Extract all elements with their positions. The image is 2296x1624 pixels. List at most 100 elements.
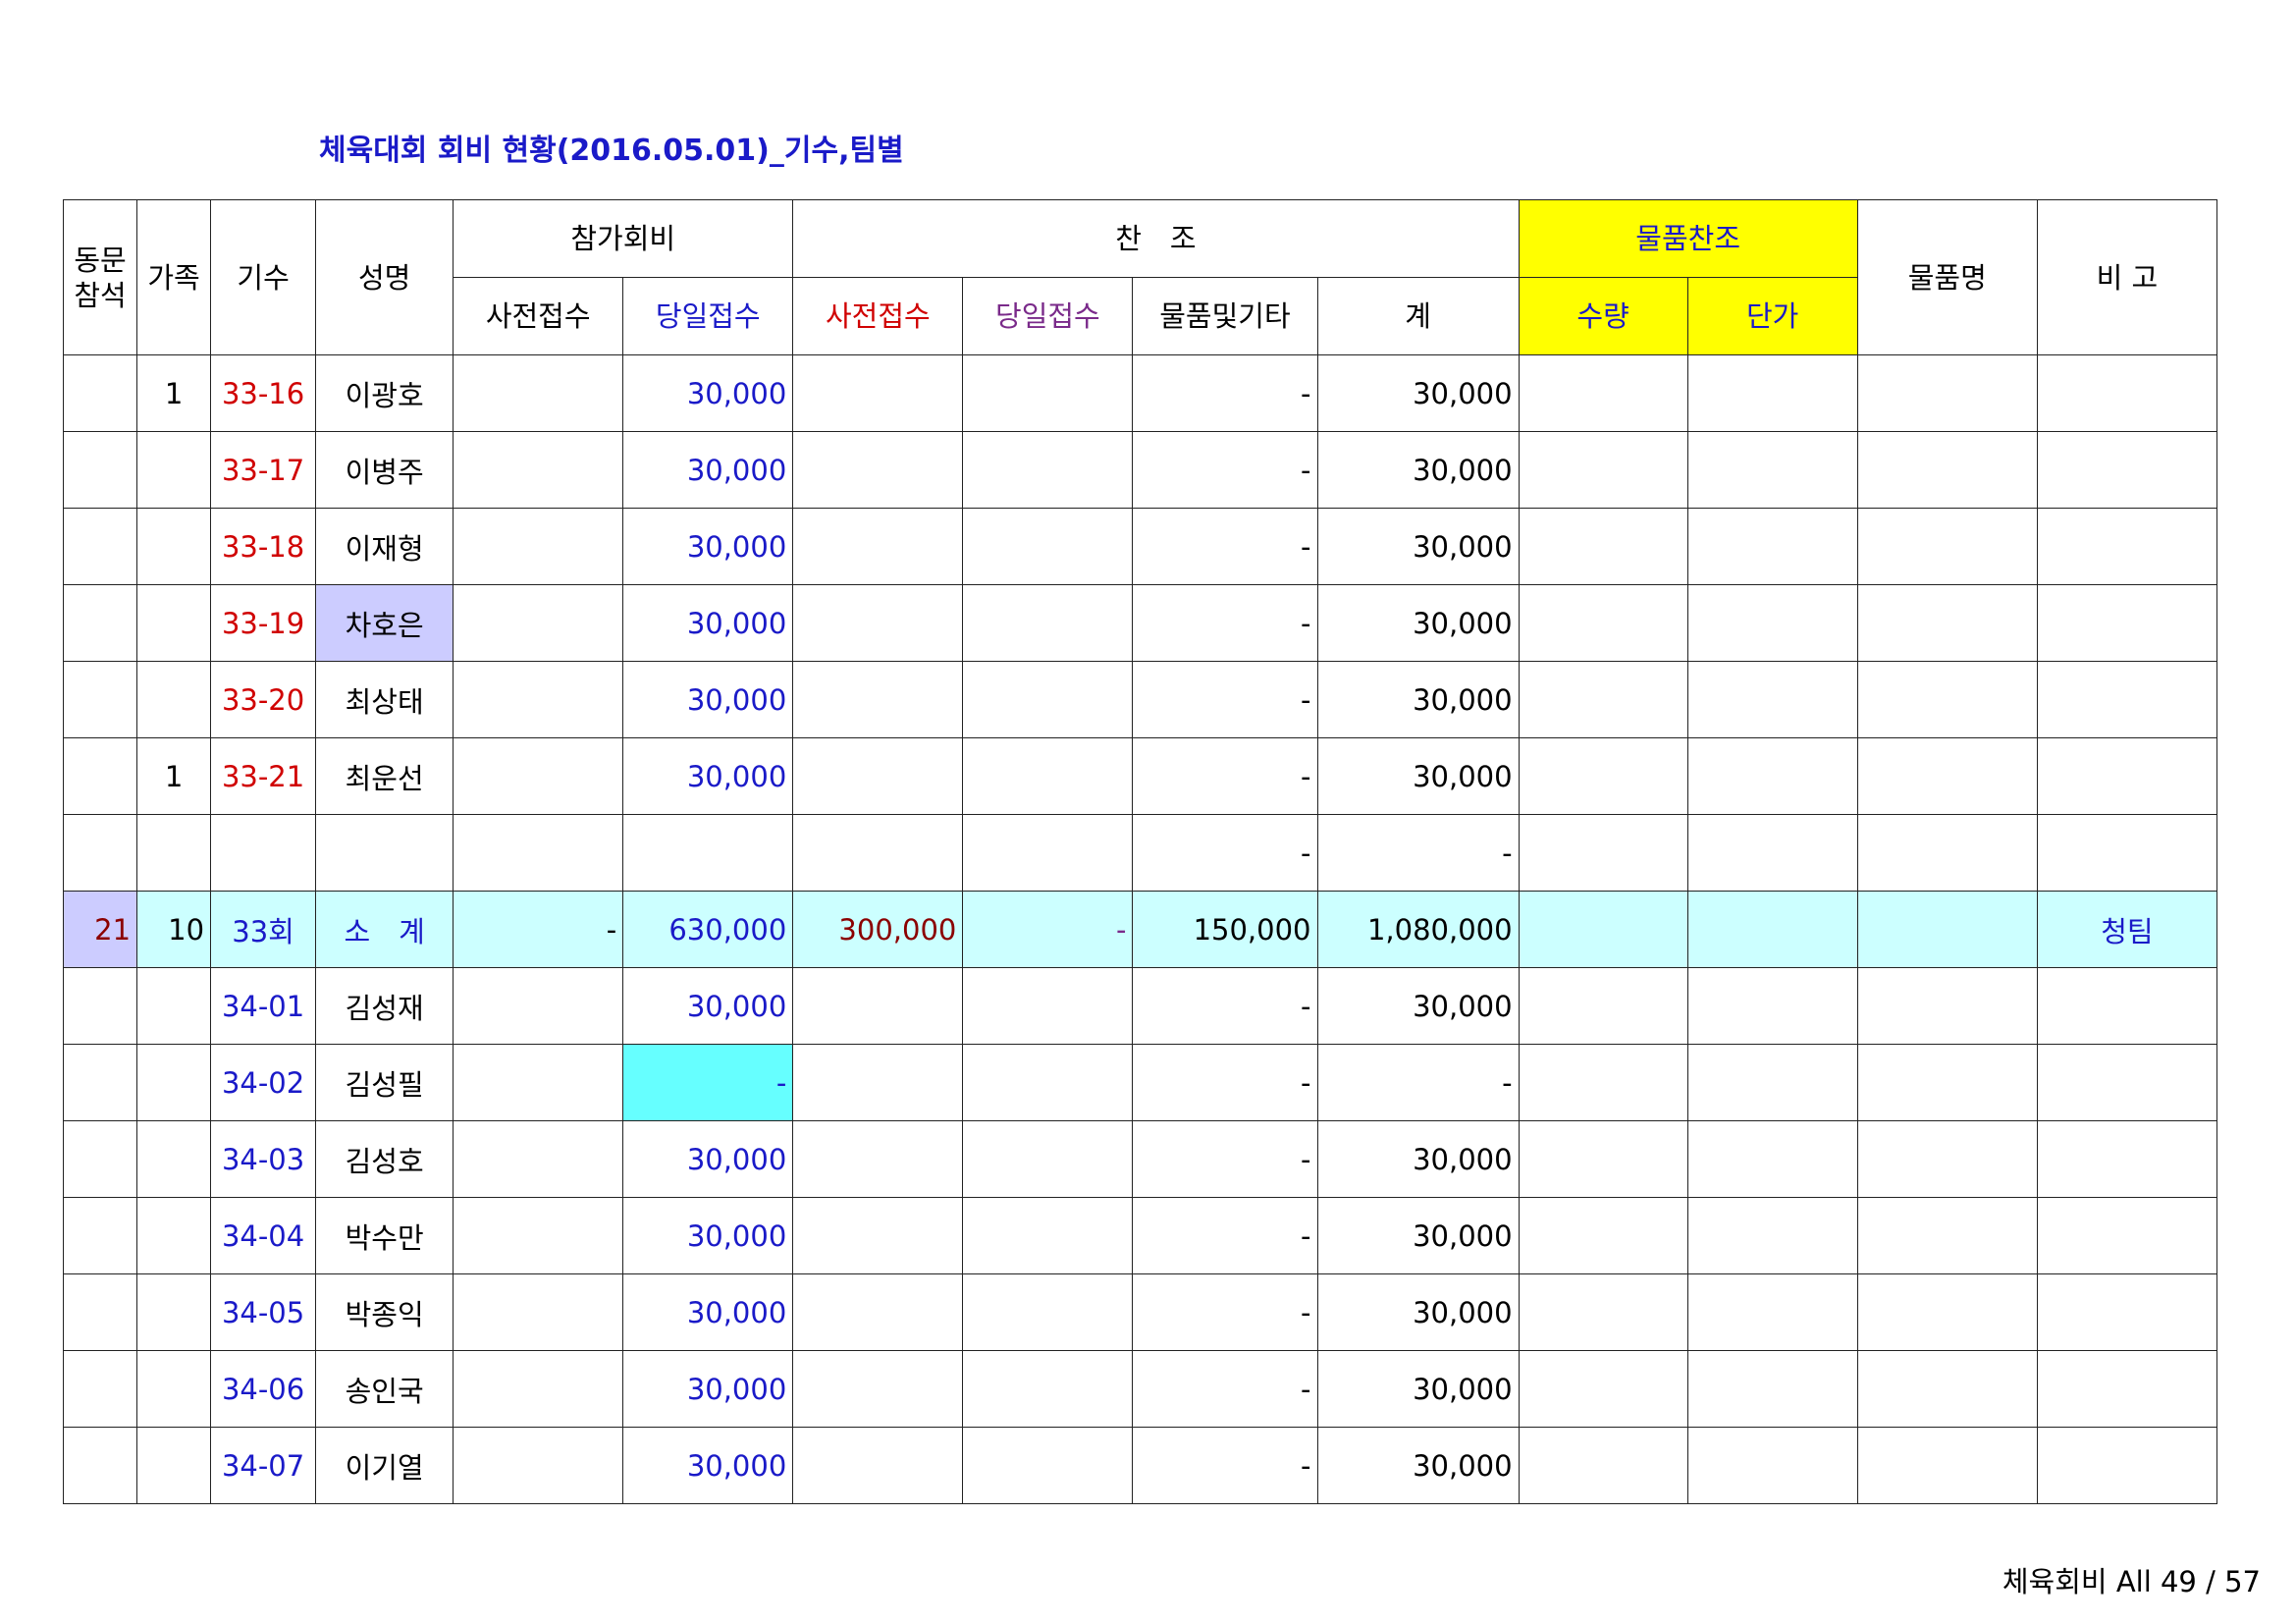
cell-sp-pre: [792, 1350, 964, 1428]
cell-remark: [2036, 1197, 2218, 1274]
cell-fee-day: 30,000: [622, 431, 794, 509]
subtotal-goods-name: [1856, 891, 2038, 968]
cell-sp-total: 30,000: [1316, 1427, 1520, 1504]
cell-goods-name: [1856, 1350, 2038, 1428]
cell-name: 김성재: [315, 967, 454, 1045]
header-price: 단가: [1686, 277, 1858, 355]
header-sp-goods: 물품및기타: [1132, 277, 1318, 355]
subtotal-sp-goods: 150,000: [1132, 891, 1318, 968]
cell-sp-total: 30,000: [1316, 1273, 1520, 1351]
cell-name-highlighted: 차호은: [315, 584, 454, 662]
cell-qty: [1518, 737, 1688, 815]
cell-fee-day: 30,000: [622, 967, 794, 1045]
cell-attend: [62, 1044, 138, 1121]
table-row: 1 33-21 최운선 30,000 - 30,000: [62, 737, 2218, 815]
cell-class: 33-20: [210, 661, 317, 738]
cell-family: [136, 661, 212, 738]
cell-fee-pre: [453, 1273, 624, 1351]
cell-sp-pre: [792, 508, 964, 585]
cell-sp-goods: -: [1132, 661, 1318, 738]
cell-name: 최상태: [315, 661, 454, 738]
cell-name: 김성필: [315, 1044, 454, 1121]
cell-family: [136, 508, 212, 585]
cell-qty: [1518, 661, 1688, 738]
cell-sp-total: 30,000: [1316, 508, 1520, 585]
cell-price: [1686, 967, 1858, 1045]
cell-sp-pre: [792, 1273, 964, 1351]
cell-qty: [1518, 967, 1688, 1045]
cell-fee-day: 30,000: [622, 1197, 794, 1274]
cell-fee-pre: [453, 1197, 624, 1274]
page-title: 체육대회 회비 현황(2016.05.01)_기수,팀별: [319, 134, 904, 168]
cell-fee-pre: [453, 814, 624, 892]
cell-remark: [2036, 1044, 2218, 1121]
table-row: 33-19 차호은 30,000 - 30,000: [62, 584, 2218, 662]
cell-remark: [2036, 814, 2218, 892]
cell-name: 이기열: [315, 1427, 454, 1504]
cell-price: [1686, 431, 1858, 509]
header-sp-pre: 사전접수: [792, 277, 964, 355]
header-sponsor-group: 찬 조: [792, 199, 1520, 278]
cell-fee-pre: [453, 1120, 624, 1198]
table-row: 34-02 김성필 - - -: [62, 1044, 2218, 1121]
cell-fee-day: 30,000: [622, 737, 794, 815]
cell-sp-pre: [792, 1197, 964, 1274]
cell-remark: [2036, 1120, 2218, 1198]
cell-price: [1686, 1427, 1858, 1504]
cell-goods-name: [1856, 1197, 2038, 1274]
cell-class: [210, 814, 317, 892]
cell-name: 송인국: [315, 1350, 454, 1428]
cell-family: [136, 1427, 212, 1504]
cell-class: 33-21: [210, 737, 317, 815]
cell-sp-goods: -: [1132, 1350, 1318, 1428]
table-row: 34-05 박종익 30,000 - 30,000: [62, 1273, 2218, 1351]
cell-remark: [2036, 967, 2218, 1045]
cell-name: 박종익: [315, 1273, 454, 1351]
cell-qty: [1518, 814, 1688, 892]
cell-goods-name: [1856, 814, 2038, 892]
cell-family: [136, 967, 212, 1045]
subtotal-label: 소 계: [315, 891, 454, 968]
subtotal-price: [1686, 891, 1858, 968]
cell-family: [136, 1273, 212, 1351]
cell-sp-goods: -: [1132, 508, 1318, 585]
cell-sp-pre: [792, 431, 964, 509]
header-remark: 비 고: [2036, 199, 2218, 355]
cell-qty: [1518, 1427, 1688, 1504]
cell-class: 34-06: [210, 1350, 317, 1428]
cell-sp-pre: [792, 1120, 964, 1198]
header-fee-day: 당일접수: [622, 277, 794, 355]
cell-class: 34-05: [210, 1273, 317, 1351]
cell-fee-pre: [453, 431, 624, 509]
subtotal-family: 10: [136, 891, 212, 968]
cell-sp-goods: -: [1132, 967, 1318, 1045]
cell-remark: [2036, 354, 2218, 432]
cell-name: 최운선: [315, 737, 454, 815]
cell-sp-pre: [792, 814, 964, 892]
cell-goods-name: [1856, 508, 2038, 585]
table-row: 34-01 김성재 30,000 - 30,000: [62, 967, 2218, 1045]
cell-sp-total: 30,000: [1316, 1120, 1520, 1198]
cell-attend: [62, 1427, 138, 1504]
table-row: 33-18 이재형 30,000 - 30,000: [62, 508, 2218, 585]
cell-fee-pre: [453, 737, 624, 815]
page-footer: 체육회비 All 49 / 57: [2002, 1565, 2261, 1598]
cell-class: 34-01: [210, 967, 317, 1045]
cell-sp-total: 30,000: [1316, 584, 1520, 662]
cell-fee-day: [622, 814, 794, 892]
cell-sp-total: 30,000: [1316, 431, 1520, 509]
header-family: 가족: [136, 199, 212, 355]
cell-family: [136, 431, 212, 509]
cell-sp-pre: [792, 1044, 964, 1121]
cell-qty: [1518, 1044, 1688, 1121]
cell-class: 34-07: [210, 1427, 317, 1504]
cell-attend: [62, 584, 138, 662]
cell-sp-total: -: [1316, 814, 1520, 892]
cell-class: 33-18: [210, 508, 317, 585]
cell-price: [1686, 1197, 1858, 1274]
cell-remark: [2036, 431, 2218, 509]
subtotal-fee-day: 630,000: [622, 891, 794, 968]
subtotal-sp-day: -: [962, 891, 1134, 968]
cell-sp-day: [962, 1120, 1134, 1198]
cell-class: 34-03: [210, 1120, 317, 1198]
